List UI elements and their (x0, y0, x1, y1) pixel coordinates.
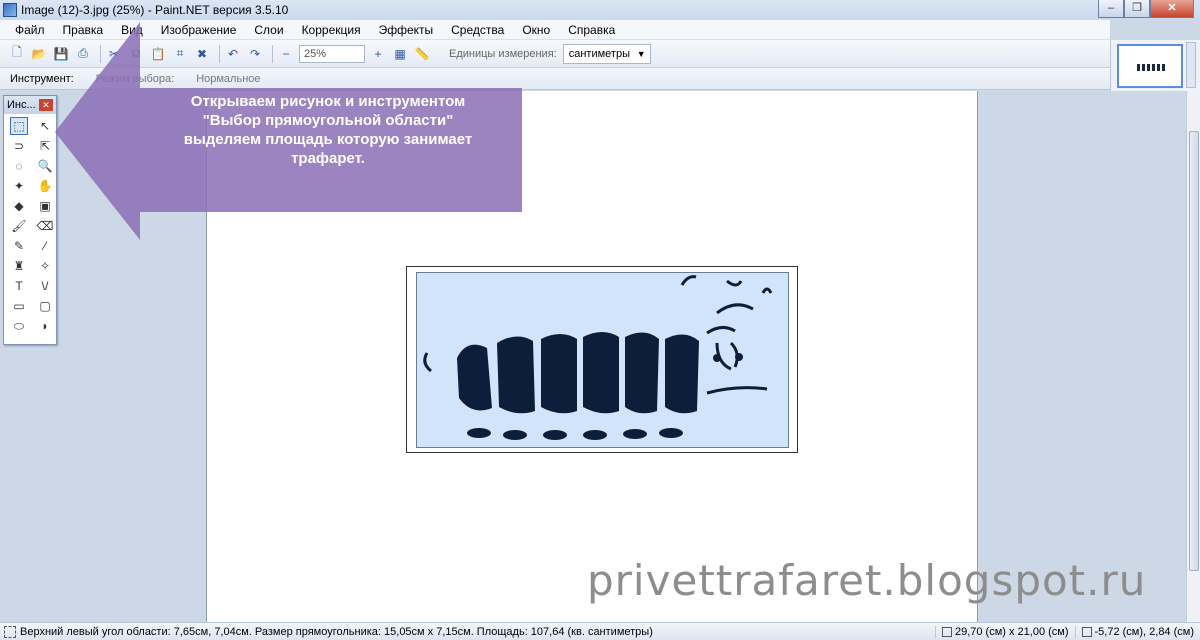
delete-icon[interactable]: ✖ (193, 45, 211, 63)
thumbnail-scrollbar[interactable] (1186, 42, 1196, 88)
tools-window-title: Инс... (7, 99, 36, 111)
zoom-out-icon[interactable]: − (277, 45, 295, 63)
paintbrush-tool-icon[interactable]: 🖌 (10, 217, 28, 235)
paint-net-app-icon (3, 3, 17, 17)
selection-info: Верхний левый угол области: 7,65см, 7,04… (20, 625, 653, 638)
crop-icon[interactable]: ⌗ (171, 45, 189, 63)
text-tool-icon[interactable]: T (10, 277, 28, 295)
recolor-tool-icon[interactable]: ✧ (36, 257, 54, 275)
callout-text: Открываем рисунок и инструментом "Выбор … (148, 92, 508, 168)
rulers-icon[interactable]: 📏 (413, 45, 431, 63)
zoom-tool-icon[interactable]: 🔍 (36, 157, 54, 175)
open-folder-icon[interactable]: 📂 (30, 45, 48, 63)
magic-wand-tool-icon[interactable]: ✦ (10, 177, 28, 195)
toolbar-divider (100, 44, 101, 63)
eraser-tool-icon[interactable]: ⌫ (36, 217, 54, 235)
new-file-icon[interactable]: 🗋 (8, 45, 26, 63)
zoom-level-input[interactable]: 25% (299, 44, 365, 63)
lasso-select-tool-icon[interactable]: ⊃ (10, 137, 28, 155)
stencil-image[interactable] (406, 266, 798, 453)
rectangle-select-tool-icon[interactable]: ⬚ (10, 117, 28, 135)
selection-mode-label[interactable]: Режим выбора: (96, 73, 174, 85)
callout-line: Открываем рисунок и инструментом (190, 93, 466, 110)
ellipse-select-tool-icon[interactable]: ◌ (10, 157, 28, 175)
print-icon[interactable]: ⎙ (74, 45, 92, 63)
tools-window-header: Инс... ✕ (4, 96, 56, 114)
rectangle-tool-icon[interactable]: ▭ (10, 297, 28, 315)
maximize-button[interactable]: ❐ (1124, 0, 1150, 18)
menu-file[interactable]: Файл (6, 20, 54, 40)
cursor-position-icon (1081, 626, 1092, 637)
close-button[interactable]: ✕ (1150, 0, 1194, 18)
paint-bucket-tool-icon[interactable]: ◆ (10, 197, 28, 215)
menu-bar: Файл Правка Вид Изображение Слои Коррекц… (0, 20, 1110, 40)
menu-edit[interactable]: Правка (54, 20, 113, 40)
minimize-button[interactable]: – (1098, 0, 1124, 18)
menu-layers[interactable]: Слои (245, 20, 292, 40)
tool-options-bar: Инструмент: Режим выбора: Нормальное (0, 68, 1110, 90)
callout-line: трафарет. (291, 150, 365, 167)
tools-grid: ⬚ ↖ ⊃ ⇱ ◌ 🔍 ✦ ✋ ◆ ▣ 🖌 ⌫ ✎ ⁄ ♜ ✧ T \/ ▭ ▢… (4, 114, 56, 340)
cursor-position-section: -5,72 (см), 2,84 (см) (1074, 625, 1200, 638)
chevron-down-icon: ▼ (636, 48, 646, 59)
scrollbar-thumb[interactable] (1189, 131, 1199, 571)
tool-label: Инструмент: (10, 72, 74, 85)
menu-window[interactable]: Окно (513, 20, 559, 40)
selection-icon (4, 625, 16, 638)
canvas-page[interactable] (206, 91, 978, 622)
status-bar: Верхний левый угол области: 7,65см, 7,04… (0, 622, 1200, 640)
window-title: Image (12)-3.jpg (25%) - Paint.NET верси… (21, 3, 289, 17)
tools-window: Инс... ✕ ⬚ ↖ ⊃ ⇱ ◌ 🔍 ✦ ✋ ◆ ▣ 🖌 ⌫ ✎ ⁄ ♜ ✧… (3, 95, 57, 345)
vertical-scrollbar[interactable] (1186, 91, 1200, 622)
image-size-section: 29,70 (см) x 21,00 (см) (934, 625, 1075, 638)
thumbnail-preview (1137, 64, 1165, 71)
blog-watermark: privettrafaret.blogspot.ru (587, 556, 1147, 605)
move-selected-tool-icon[interactable]: ⇱ (36, 137, 54, 155)
menu-effects[interactable]: Эффекты (370, 20, 443, 40)
pencil-tool-icon[interactable]: ✎ (10, 237, 28, 255)
freeform-shape-tool-icon[interactable]: ◗ (36, 317, 54, 335)
clone-stamp-tool-icon[interactable]: ♜ (10, 257, 28, 275)
menu-image[interactable]: Изображение (152, 20, 246, 40)
save-icon[interactable]: 💾 (52, 45, 70, 63)
line-curve-tool-icon[interactable]: \/ (36, 277, 54, 295)
menu-view[interactable]: Вид (112, 20, 152, 40)
color-picker-tool-icon[interactable]: ⁄ (36, 237, 54, 255)
redo-icon[interactable]: ↷ (246, 45, 264, 63)
zoom-in-icon[interactable]: + (369, 45, 387, 63)
cut-icon[interactable]: ✂ (105, 45, 123, 63)
main-toolbar: 🗋 📂 💾 ⎙ ✂ ⧉ 📋 ⌗ ✖ ↶ ↷ − 25% + ▦ 📏 Единиц… (0, 40, 1110, 68)
callout-line: "Выбор прямоугольной области" (202, 112, 454, 129)
undo-icon[interactable]: ↶ (224, 45, 242, 63)
units-value: сантиметры (568, 47, 630, 60)
image-thumbnail[interactable] (1117, 44, 1183, 88)
menu-utilities[interactable]: Средства (442, 20, 513, 40)
window-controls: – ❐ ✕ (1098, 0, 1194, 18)
grid-icon[interactable]: ▦ (391, 45, 409, 63)
rectangle-selection[interactable] (416, 272, 789, 448)
units-label: Единицы измерения: (449, 47, 557, 60)
units-dropdown[interactable]: сантиметры ▼ (562, 43, 651, 64)
rounded-rectangle-tool-icon[interactable]: ▢ (36, 297, 54, 315)
pan-tool-icon[interactable]: ✋ (36, 177, 54, 195)
caterpillar-stencil-graphic (423, 275, 773, 440)
image-size: 29,70 (см) x 21,00 (см) (954, 625, 1069, 638)
move-selection-tool-icon[interactable]: ↖ (36, 117, 54, 135)
ellipse-tool-icon[interactable]: ⬭ (10, 317, 28, 335)
tools-close-icon[interactable]: ✕ (39, 99, 53, 111)
paste-icon[interactable]: 📋 (149, 45, 167, 63)
toolbar-divider (272, 44, 273, 63)
menu-help[interactable]: Справка (559, 20, 624, 40)
toolbar-divider (219, 44, 220, 63)
gradient-tool-icon[interactable]: ▣ (36, 197, 54, 215)
menu-adjustments[interactable]: Коррекция (293, 20, 370, 40)
cursor-position: -5,72 (см), 2,84 (см) (1094, 625, 1194, 638)
image-size-icon (941, 626, 952, 637)
title-bar: Image (12)-3.jpg (25%) - Paint.NET верси… (0, 0, 1200, 20)
image-thumbnails-panel (1110, 40, 1200, 92)
blend-mode-dropdown[interactable]: Нормальное (196, 73, 260, 85)
copy-icon[interactable]: ⧉ (127, 45, 145, 63)
callout-line: выделяем площадь которую занимает (183, 131, 473, 148)
canvas-workspace (0, 91, 1186, 622)
